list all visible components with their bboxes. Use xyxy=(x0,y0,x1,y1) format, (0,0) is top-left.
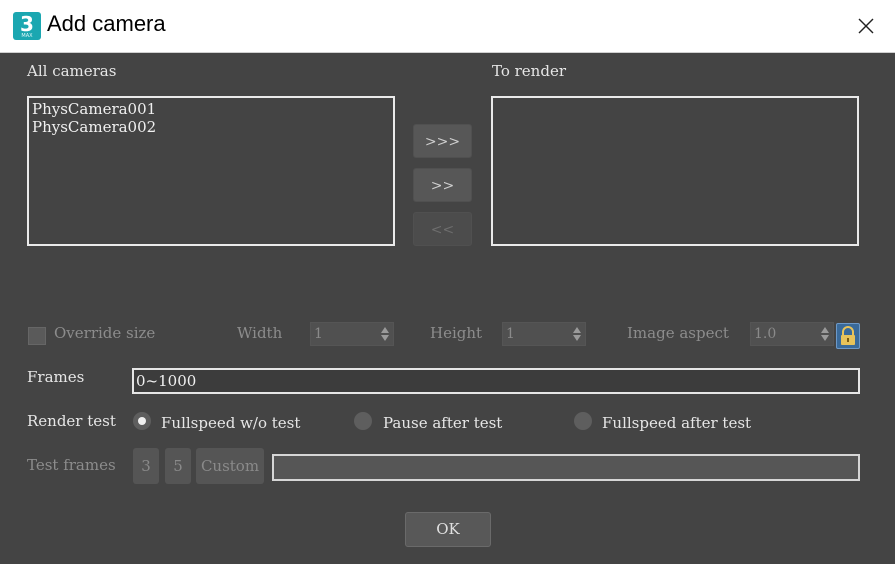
all-cameras-label: All cameras xyxy=(27,62,117,80)
image-aspect-spinner[interactable]: 1.0 xyxy=(750,322,834,346)
height-value: 1 xyxy=(506,326,515,342)
3dsmax-app-icon: 3 MAX xyxy=(13,12,41,40)
title-bar: 3 MAX Add camera xyxy=(0,0,895,53)
height-label: Height xyxy=(430,324,483,342)
frames-label: Frames xyxy=(27,368,85,386)
width-label: Width xyxy=(237,324,283,342)
image-aspect-label: Image aspect xyxy=(627,324,729,342)
test-frames-custom-button[interactable]: Custom xyxy=(196,448,264,484)
fullspeed-after-test-radio[interactable] xyxy=(574,412,592,430)
list-item[interactable]: PhysCamera001 xyxy=(32,100,390,118)
ok-button[interactable]: OK xyxy=(405,512,491,547)
remove-selected-button[interactable]: << xyxy=(413,212,472,246)
override-size-label: Override size xyxy=(54,324,156,342)
window-title: Add camera xyxy=(47,11,166,36)
render-test-label: Render test xyxy=(27,412,116,430)
all-cameras-list[interactable]: PhysCamera001 PhysCamera002 xyxy=(27,96,395,246)
to-render-list[interactable] xyxy=(491,96,859,246)
image-aspect-value: 1.0 xyxy=(754,326,777,342)
test-frames-label: Test frames xyxy=(27,456,116,474)
close-icon xyxy=(858,18,874,34)
width-value: 1 xyxy=(314,326,323,342)
add-selected-button[interactable]: >> xyxy=(413,168,472,202)
test-frames-5-button[interactable]: 5 xyxy=(165,448,191,484)
pause-after-test-label[interactable]: Pause after test xyxy=(383,414,502,432)
spinner-arrows-icon xyxy=(573,327,581,341)
lock-icon xyxy=(841,326,855,345)
close-button[interactable] xyxy=(848,8,884,44)
app-icon-subtext: MAX xyxy=(21,33,33,39)
lock-aspect-button[interactable] xyxy=(836,323,860,349)
list-item[interactable]: PhysCamera002 xyxy=(32,118,390,136)
spinner-arrows-icon xyxy=(381,327,389,341)
fullspeed-after-test-label[interactable]: Fullspeed after test xyxy=(602,414,751,432)
add-all-button[interactable]: >>> xyxy=(413,124,472,158)
fullspeed-wo-test-label[interactable]: Fullspeed w/o test xyxy=(161,414,300,432)
pause-after-test-radio[interactable] xyxy=(354,412,372,430)
test-frames-3-button[interactable]: 3 xyxy=(133,448,159,484)
width-spinner[interactable]: 1 xyxy=(310,322,394,346)
override-size-checkbox[interactable] xyxy=(28,327,46,345)
spinner-arrows-icon xyxy=(821,327,829,341)
height-spinner[interactable]: 1 xyxy=(502,322,586,346)
to-render-label: To render xyxy=(492,62,566,80)
frames-input[interactable]: 0~1000 xyxy=(132,368,860,394)
fullspeed-wo-test-radio[interactable] xyxy=(133,412,151,430)
test-frames-input[interactable] xyxy=(272,454,860,481)
